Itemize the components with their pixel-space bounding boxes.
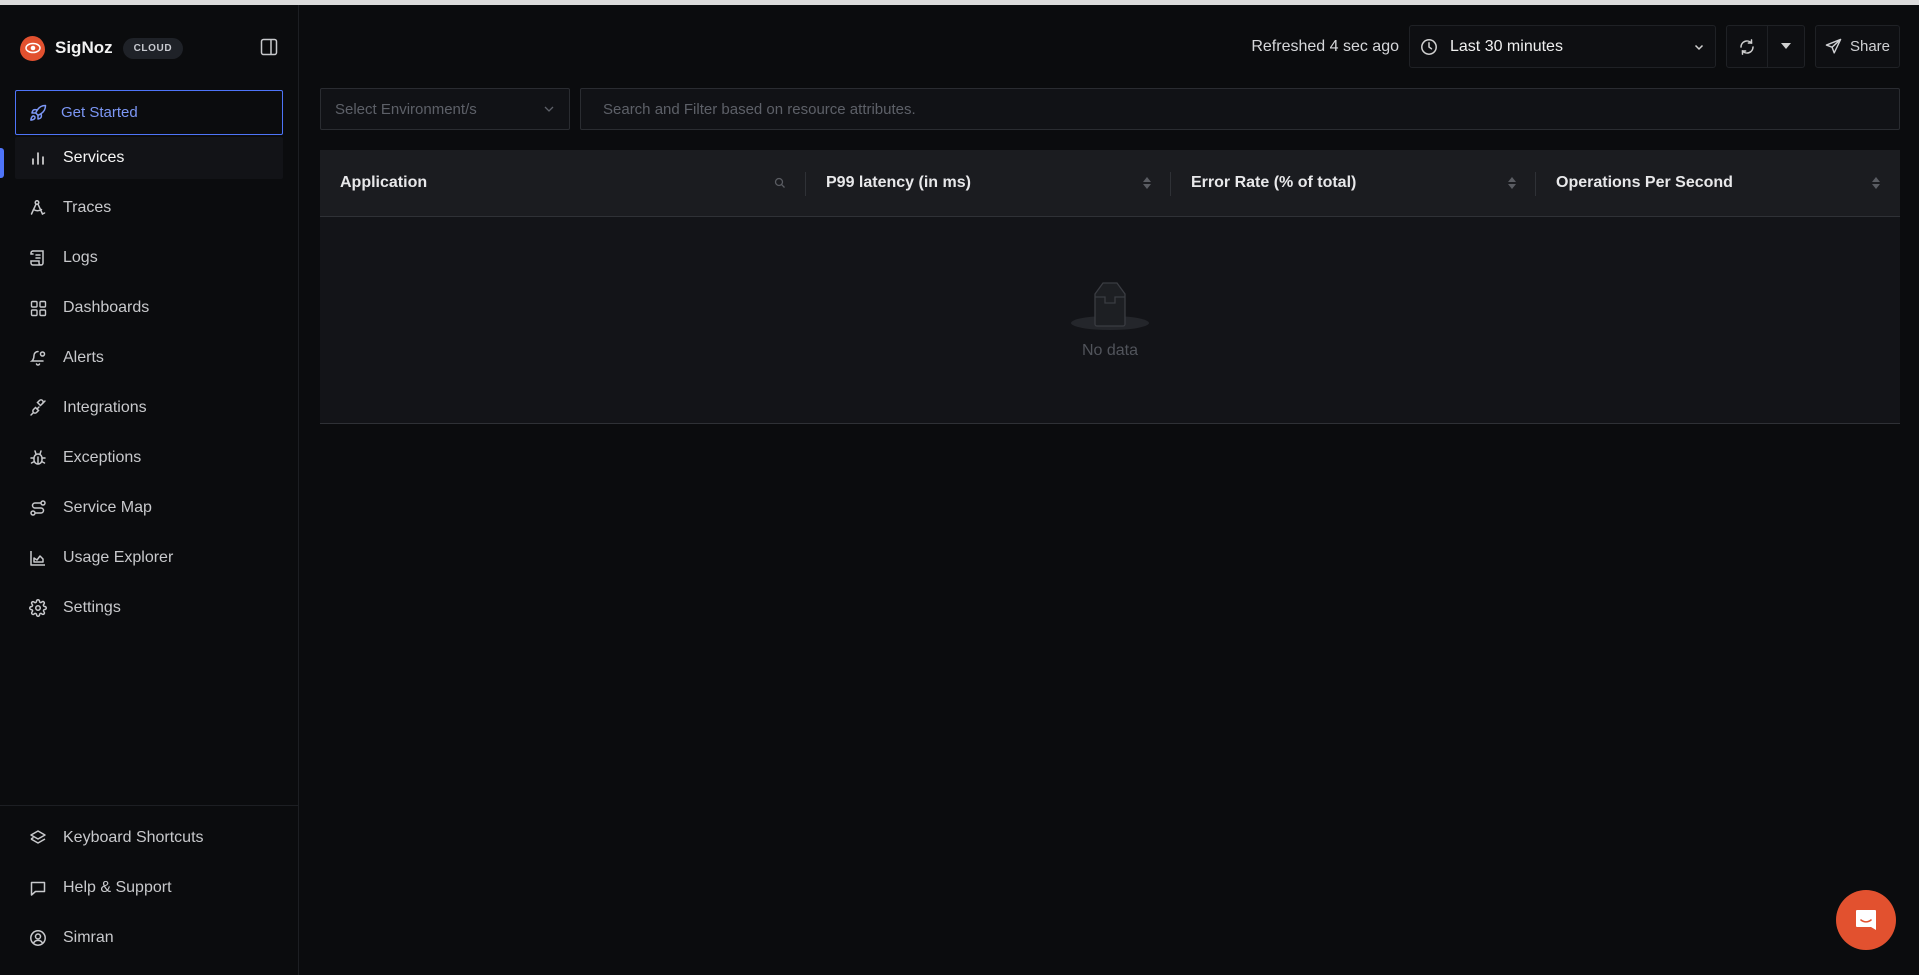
refresh-group (1726, 25, 1805, 68)
refreshed-status: Refreshed 4 sec ago (1251, 37, 1399, 55)
scroll-icon (28, 248, 48, 268)
area-chart-icon (28, 548, 48, 568)
message-square-icon (28, 878, 48, 898)
time-range-picker[interactable]: Last 30 minutes (1409, 25, 1716, 68)
active-nav-indicator (0, 148, 4, 178)
sidebar-item-integrations[interactable]: Integrations (15, 387, 283, 429)
sidebar-item-label: Dashboards (63, 299, 150, 316)
grid-icon (28, 298, 48, 318)
sort-icon[interactable] (1872, 177, 1880, 189)
sidebar-divider (0, 805, 299, 806)
brand-name: SigNoz (55, 38, 113, 57)
clock-icon (1421, 38, 1437, 55)
table-empty-state: No data (320, 217, 1900, 424)
share-label: Share (1849, 38, 1891, 55)
sidebar-item-label: Exceptions (63, 449, 142, 466)
sidebar-item-service-map[interactable]: Service Map (15, 487, 283, 529)
user-circle-icon (28, 928, 48, 948)
services-table: Application P99 latency (in ms) Error Ra… (320, 150, 1900, 424)
column-label: P99 latency (in ms) (826, 174, 971, 191)
sidebar-item-dashboards[interactable]: Dashboards (15, 287, 283, 329)
sidebar-item-label: Settings (63, 599, 121, 616)
sidebar-nav: Services Traces Logs Dashboards Alerts I… (15, 137, 283, 637)
column-header-p99-latency[interactable]: P99 latency (in ms) (806, 150, 1171, 217)
cloud-badge: CLOUD (122, 37, 184, 59)
get-started-label: Get Started (61, 104, 138, 121)
bug-icon (28, 448, 48, 468)
empty-inbox-icon (1071, 282, 1149, 330)
sidebar-item-settings[interactable]: Settings (15, 587, 283, 629)
brand[interactable]: SigNoz CLOUD (20, 34, 184, 62)
refresh-icon (1740, 38, 1754, 55)
sidebar-item-label: Simran (63, 929, 114, 946)
support-chat-button[interactable] (1836, 890, 1896, 950)
sidebar-item-label: Usage Explorer (63, 549, 174, 566)
route-icon (28, 498, 48, 518)
layers-icon (28, 828, 48, 848)
refresh-interval-dropdown[interactable] (1768, 26, 1804, 67)
sort-icon[interactable] (1508, 177, 1516, 189)
top-toolbar: Refreshed 4 sec ago Last 30 minutes Shar… (1251, 25, 1900, 68)
sidebar-item-alerts[interactable]: Alerts (15, 337, 283, 379)
sidebar-item-label: Help & Support (63, 879, 172, 896)
chevron-down-icon (544, 106, 554, 112)
resource-attributes-search-input[interactable] (580, 88, 1900, 130)
search-icon[interactable] (774, 177, 786, 189)
table-header: Application P99 latency (in ms) Error Ra… (320, 150, 1900, 217)
column-header-operations-per-second[interactable]: Operations Per Second (1536, 150, 1900, 217)
sidebar-item-label: Keyboard Shortcuts (63, 829, 204, 846)
empty-state-text: No data (1081, 342, 1139, 359)
get-started-button[interactable]: Get Started (15, 90, 283, 135)
environment-placeholder: Select Environment/s (335, 100, 477, 118)
rocket-icon (29, 102, 51, 124)
signoz-logo-icon (20, 35, 45, 61)
sidebar-bottom-nav: Keyboard Shortcuts Help & Support Simran (15, 817, 283, 967)
chevron-down-icon (1694, 44, 1704, 50)
bar-chart-icon (28, 148, 48, 168)
sidebar-item-services[interactable]: Services (15, 137, 283, 179)
sidebar-item-user[interactable]: Simran (15, 917, 283, 959)
gear-icon (28, 598, 48, 618)
share-button[interactable]: Share (1815, 25, 1900, 68)
sidebar-item-label: Traces (63, 199, 112, 216)
sidebar-item-label: Integrations (63, 399, 147, 416)
sidebar-item-logs[interactable]: Logs (15, 237, 283, 279)
time-range-value: Last 30 minutes (1450, 37, 1563, 55)
sidebar-item-label: Services (63, 149, 125, 166)
sidebar-item-help-support[interactable]: Help & Support (15, 867, 283, 909)
column-label: Application (340, 174, 428, 191)
environment-select[interactable]: Select Environment/s (320, 88, 570, 130)
column-header-error-rate[interactable]: Error Rate (% of total) (1171, 150, 1536, 217)
chat-smile-icon (1856, 910, 1876, 930)
sidebar-item-label: Alerts (63, 349, 104, 366)
caret-down-icon (1781, 43, 1791, 49)
send-icon (1825, 38, 1842, 55)
sidebar-item-exceptions[interactable]: Exceptions (15, 437, 283, 479)
sidebar-item-usage-explorer[interactable]: Usage Explorer (15, 537, 283, 579)
sort-icon[interactable] (1143, 177, 1151, 189)
bell-icon (28, 348, 48, 368)
sidebar-item-keyboard-shortcuts[interactable]: Keyboard Shortcuts (15, 817, 283, 859)
plug-icon (28, 398, 48, 418)
sidebar-item-traces[interactable]: Traces (15, 187, 283, 229)
collapse-sidebar-button[interactable] (258, 36, 280, 58)
column-label: Operations Per Second (1556, 174, 1733, 191)
sidebar-item-label: Service Map (63, 499, 152, 516)
traces-icon (28, 198, 48, 218)
column-label: Error Rate (% of total) (1191, 174, 1357, 191)
column-header-application[interactable]: Application (320, 150, 806, 217)
refresh-button[interactable] (1727, 26, 1768, 67)
sidebar-toggle-icon (260, 38, 278, 56)
sidebar-item-label: Logs (63, 249, 98, 266)
